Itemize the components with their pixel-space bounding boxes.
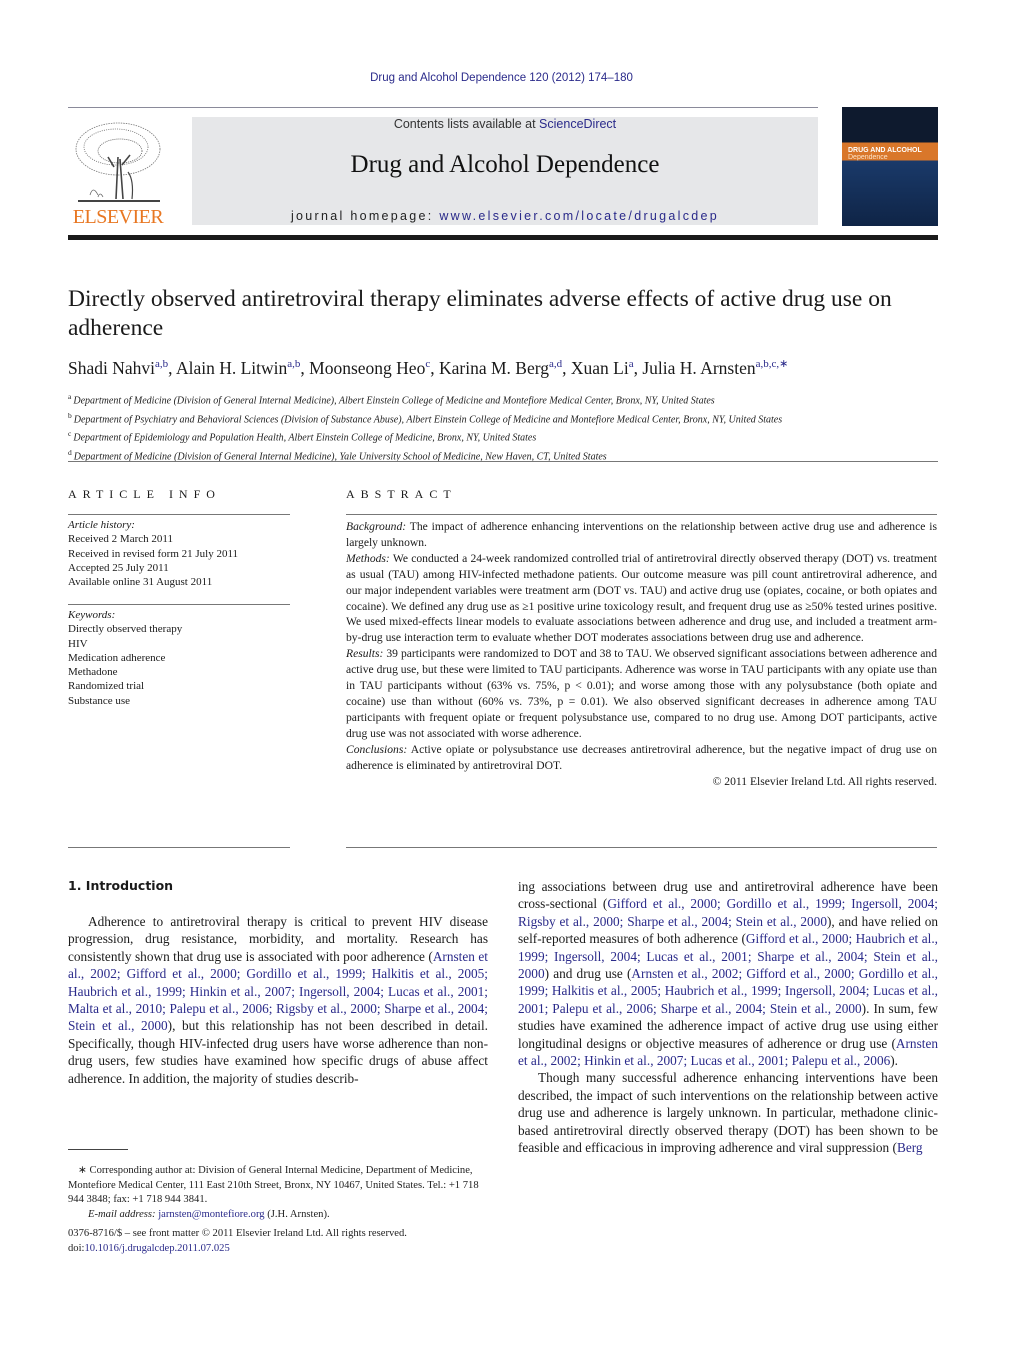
section-heading-introduction: 1. Introduction [68,878,174,893]
keywords-divider [68,604,290,605]
body-left-column: Adherence to antiretroviral therapy is c… [68,913,488,1087]
abstract-bottom-divider [346,847,937,848]
keyword: Medication adherence [68,651,166,664]
elsevier-logo[interactable]: ELSEVIER [68,117,168,229]
issn-line: 0376-8716/$ – see front matter © 2011 El… [68,1228,407,1239]
email-link[interactable]: jarnsten@montefiore.org [158,1209,264,1220]
abstract-conclusions: Conclusions: Active opiate or polysubsta… [346,742,937,772]
journal-banner: Contents lists available at ScienceDirec… [192,117,818,225]
author: Julia H. Arnstena,b,c,∗ [642,357,789,378]
body-right-column: ing associations between drug use and an… [518,878,938,1157]
article-info-heading: ARTICLE INFO [68,487,221,501]
article-info-divider [68,514,290,515]
abstract-divider [346,514,937,515]
sciencedirect-link[interactable]: ScienceDirect [539,117,616,131]
author-affil-link[interactable]: a,d [549,358,562,370]
body-paragraph: ing associations between drug use and an… [518,879,938,1069]
doi-link[interactable]: 10.1016/j.drugalcdep.2011.07.025 [84,1243,229,1254]
email-note: E-mail address: jarnsten@montefiore.org … [88,1208,330,1220]
author-affil-link[interactable]: a [629,358,634,370]
journal-homepage: journal homepage: www.elsevier.com/locat… [192,209,818,223]
keyword: Directly observed therapy [68,623,183,636]
abstract-background: Background: The impact of adherence enha… [346,520,937,549]
affiliations: a Department of Medicine (Division of Gen… [68,390,948,465]
article-info-bottom-divider [68,847,290,848]
keyword: HIV [68,637,88,650]
affiliation: b Department of Psychiatry and Behavioral… [68,410,783,425]
affiliations-divider [68,461,938,462]
doi-line: doi:10.1016/j.drugalcdep.2011.07.025 [68,1243,230,1254]
abstract-methods: Methods: We conducted a 24-week randomiz… [346,551,937,645]
history-label: Article history: [68,519,135,531]
author-affil-link[interactable]: a,b,c,∗ [756,358,789,370]
abstract-copyright: © 2011 Elsevier Ireland Ltd. All rights … [712,774,937,788]
cover-subtitle: Dependence [848,154,888,161]
homepage-link[interactable]: www.elsevier.com/locate/drugalcdep [439,209,719,223]
author: Alain H. Litwina,b [175,357,301,378]
journal-title: Drug and Alcohol Dependence [350,151,660,178]
running-head[interactable]: Drug and Alcohol Dependence 120 (2012) 1… [0,72,1003,84]
journal-cover[interactable]: DRUG AND ALCOHOL Dependence [842,107,938,226]
body-paragraph: Adherence to antiretroviral therapy is c… [68,914,488,1086]
author: Karina M. Berga,d [438,357,563,378]
contents-line: Contents lists available at ScienceDirec… [192,117,818,131]
keywords: Keywords: Directly observed therapy HIV … [68,608,290,708]
author-affil-link[interactable]: a,b [287,358,300,370]
abstract-heading: ABSTRACT [346,487,457,501]
author: Shadi Nahvia,b [68,357,169,378]
author-affil-link[interactable]: c [425,358,430,370]
front-matter: 0376-8716/$ – see front matter © 2011 El… [68,1226,498,1256]
author-affil-link[interactable]: a,b [155,358,168,370]
author: Moonseong Heoc [309,357,431,378]
history-item: Received in revised form 21 July 2011 [68,547,239,560]
keyword: Methadone [68,666,118,679]
contents-prefix: Contents lists available at [393,117,540,131]
top-divider [68,107,818,108]
body-paragraph: Though many successful adherence enhanci… [518,1070,938,1156]
affiliation: a Department of Medicine (Division of Gen… [68,392,715,407]
keywords-label: Keywords: [68,609,116,621]
keyword: Substance use [68,694,131,707]
history-item: Received 2 March 2011 [68,533,173,546]
author: Xuan Lia [570,357,634,378]
keyword: Randomized trial [68,680,145,693]
tree-icon [75,122,161,202]
history-item: Accepted 25 July 2011 [68,561,169,574]
cover-title: DRUG AND ALCOHOL [848,147,922,154]
history-item: Available online 31 August 2011 [68,576,213,589]
article-title: Directly observed antiretroviral therapy… [68,286,892,341]
abstract-results: Results: 39 participants were randomized… [346,647,937,740]
citation-link[interactable]: Berg [897,1140,923,1155]
affiliation: c Department of Epidemiology and Populati… [68,429,537,444]
article-history: Article history: Received 2 March 2011 R… [68,518,290,589]
homepage-label: journal homepage: [290,209,440,223]
footnote-divider [68,1149,128,1150]
abstract-body: Background: The impact of adherence enha… [346,519,937,789]
elsevier-wordmark: ELSEVIER [72,206,164,228]
corresponding-author-note: ∗ Corresponding author at: Division of G… [68,1165,479,1205]
author-list: Shadi Nahvia,b, Alain H. Litwina,b, Moon… [68,357,789,378]
footnotes: ∗ Corresponding author at: Division of G… [68,1164,488,1222]
header-thick-divider [68,235,938,240]
